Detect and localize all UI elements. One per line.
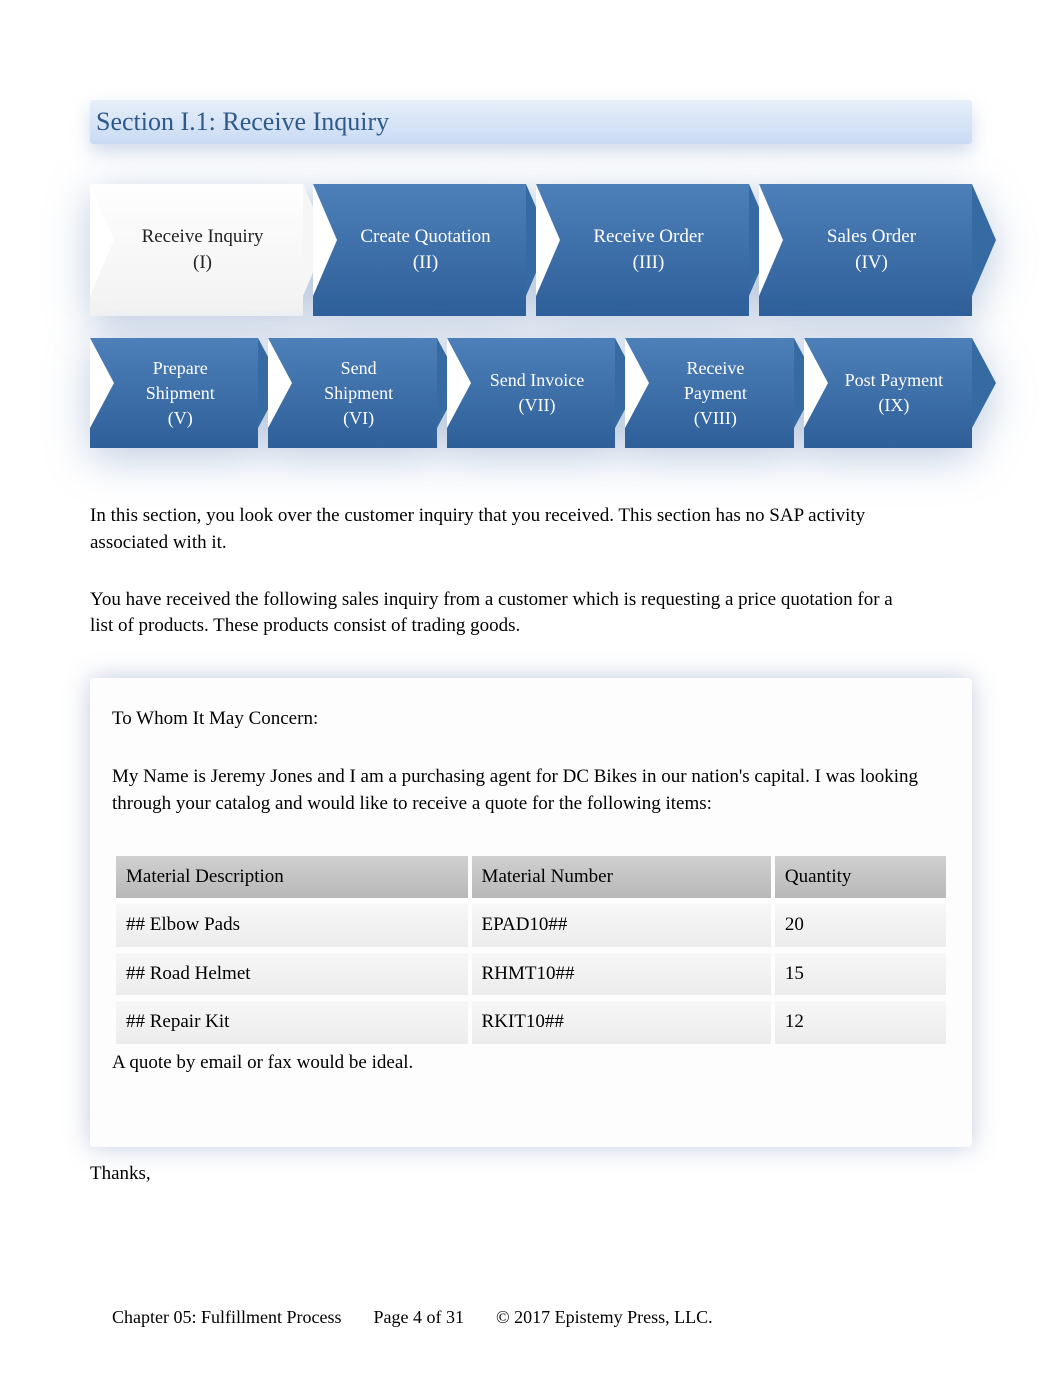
col-quantity: Quantity	[775, 856, 946, 899]
flow-step-title: Receive Inquiry	[142, 224, 264, 251]
table-row: ## Repair Kit RKIT10## 12	[116, 1001, 946, 1044]
flow-step-roman: (VII)	[519, 393, 556, 418]
flow-row-1: Receive Inquiry (I) Create Quotation (II…	[90, 184, 972, 316]
table-row: ## Elbow Pads EPAD10## 20	[116, 904, 946, 947]
cell-desc: ## Elbow Pads	[116, 904, 468, 947]
document-page: Section I.1: Receive Inquiry Receive Inq…	[0, 0, 1062, 1376]
intro-paragraph-2: You have received the following sales in…	[90, 587, 910, 640]
intro-paragraph-1: In this section, you look over the custo…	[90, 503, 910, 556]
cell-desc: ## Repair Kit	[116, 1001, 468, 1044]
flow-step-send-invoice: Send Invoice (VII)	[447, 338, 615, 448]
cell-num: EPAD10##	[472, 904, 771, 947]
flow-step-prepare-shipment: Prepare Shipment (V)	[90, 338, 258, 448]
flow-step-title: Sales Order	[827, 224, 916, 251]
cell-qty: 20	[775, 904, 946, 947]
flow-step-roman: (IX)	[878, 393, 909, 418]
flow-step-roman: (II)	[413, 250, 438, 277]
cell-desc: ## Road Helmet	[116, 953, 468, 996]
flow-step-roman: (I)	[193, 250, 212, 277]
cell-qty: 12	[775, 1001, 946, 1044]
flow-step-receive-order: Receive Order (III)	[536, 184, 749, 316]
table-header-row: Material Description Material Number Qua…	[116, 856, 946, 899]
col-material-description: Material Description	[116, 856, 468, 899]
flow-step-title: Receive Payment	[665, 356, 765, 406]
materials-table: Material Description Material Number Qua…	[112, 850, 950, 1050]
flow-row-2: Prepare Shipment (V) Send Shipment (VI) …	[90, 338, 972, 448]
section-title: Section I.1: Receive Inquiry	[90, 100, 972, 144]
flow-step-title: Send Invoice	[490, 368, 584, 393]
cell-num: RKIT10##	[472, 1001, 771, 1044]
col-material-number: Material Number	[472, 856, 771, 899]
flow-step-roman: (IV)	[855, 250, 888, 277]
flow-step-title: Post Payment	[845, 368, 944, 393]
flow-step-title: Receive Order	[593, 224, 703, 251]
footer-chapter: Chapter 05: Fulfillment Process	[112, 1305, 341, 1330]
flow-step-roman: (V)	[168, 406, 193, 431]
table-row: ## Road Helmet RHMT10## 15	[116, 953, 946, 996]
flow-step-roman: (VI)	[343, 406, 374, 431]
flow-step-roman: (VIII)	[694, 406, 737, 431]
inquiry-letter: To Whom It May Concern: My Name is Jerem…	[90, 678, 972, 1147]
flow-step-send-shipment: Send Shipment (VI)	[268, 338, 436, 448]
flow-step-create-quotation: Create Quotation (II)	[313, 184, 526, 316]
footer-page: Page 4 of 31	[373, 1305, 463, 1330]
flow-step-receive-inquiry: Receive Inquiry (I)	[90, 184, 303, 316]
process-flow: Receive Inquiry (I) Create Quotation (II…	[90, 184, 972, 448]
cell-qty: 15	[775, 953, 946, 996]
flow-step-receive-payment: Receive Payment (VIII)	[625, 338, 793, 448]
flow-step-post-payment: Post Payment (IX)	[804, 338, 972, 448]
letter-body: My Name is Jeremy Jones and I am a purch…	[112, 764, 950, 817]
flow-step-sales-order: Sales Order (IV)	[759, 184, 972, 316]
letter-closing: A quote by email or fax would be ideal.	[112, 1050, 950, 1077]
flow-step-roman: (III)	[633, 250, 665, 277]
flow-step-title: Send Shipment	[308, 356, 408, 406]
footer-copyright: © 2017 Epistemy Press, LLC.	[496, 1305, 713, 1330]
body-text: In this section, you look over the custo…	[90, 503, 910, 639]
page-footer: Chapter 05: Fulfillment Process Page 4 o…	[112, 1305, 972, 1330]
letter-salutation: To Whom It May Concern:	[112, 706, 950, 733]
flow-step-title: Prepare Shipment	[130, 356, 230, 406]
cell-num: RHMT10##	[472, 953, 771, 996]
letter-thanks: Thanks,	[90, 1161, 972, 1188]
flow-step-title: Create Quotation	[360, 224, 490, 251]
